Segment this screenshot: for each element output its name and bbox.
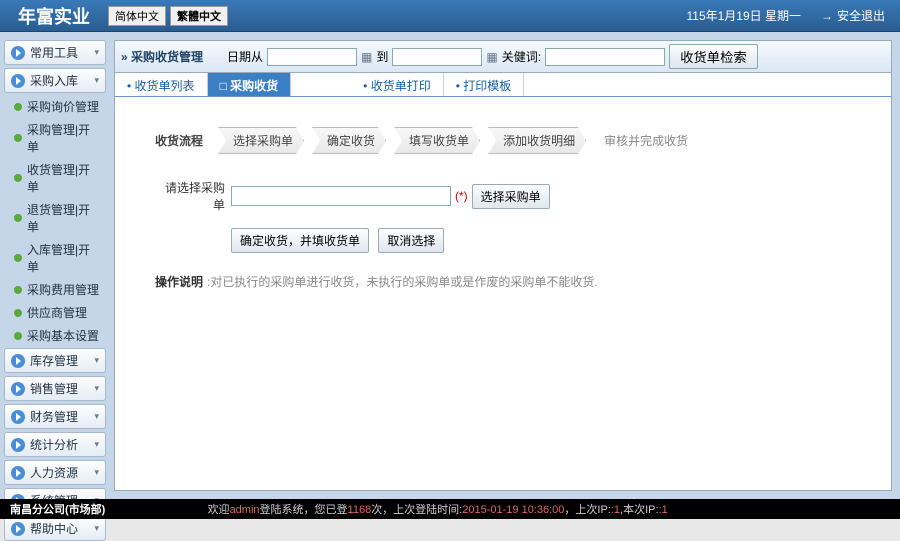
- sidebar-sub-supplier[interactable]: 供应商管理: [4, 302, 106, 323]
- sidebar-sub-return[interactable]: 退货管理|开单: [4, 199, 106, 237]
- date-to-label: 到: [376, 48, 388, 65]
- sidebar-menu-inventory[interactable]: 库存管理▾: [4, 348, 106, 373]
- bullet-icon: [14, 134, 22, 142]
- tab-list[interactable]: • 收货单列表: [115, 73, 208, 96]
- step-3: 填写收货单: [394, 127, 480, 154]
- cancel-button[interactable]: 取消选择: [378, 228, 444, 253]
- play-icon: [11, 46, 25, 60]
- calendar-icon[interactable]: ▦: [361, 50, 372, 64]
- footer-company: 南昌分公司(市场部): [10, 501, 105, 517]
- step-4: 添加收货明细: [488, 127, 586, 154]
- logout-label: 安全退出: [837, 7, 885, 24]
- select-order-button[interactable]: 选择采购单: [472, 184, 550, 209]
- steps-flow: 收货流程 选择采购单 确定收货 填写收货单 添加收货明细 审核并完成收货: [155, 127, 851, 154]
- bullet-icon: [14, 214, 22, 222]
- form-label: 请选择采购单: [155, 179, 225, 213]
- play-icon: [11, 410, 25, 424]
- sidebar-sub-purchase[interactable]: 采购管理|开单: [4, 119, 106, 157]
- page-title: » 采购收货管理: [121, 48, 203, 65]
- bullet-icon: [14, 309, 22, 317]
- footer-info: 欢迎admin登陆系统，您已登1168次，上次登陆时间:2015-01-19 1…: [208, 501, 668, 517]
- tabs: • 收货单列表 □ 采购收货 • 收货单打印 • 打印模板: [115, 73, 891, 97]
- sidebar-menu-tools[interactable]: 常用工具 ▾: [4, 40, 106, 65]
- sidebar-menu-help[interactable]: 帮助中心▾: [4, 516, 106, 541]
- sidebar-menu-purchase[interactable]: 采购入库 ▾: [4, 68, 106, 93]
- calendar-icon[interactable]: ▦: [486, 50, 497, 64]
- form-row: 请选择采购单 (*) 选择采购单: [155, 179, 851, 213]
- keyword-input[interactable]: [545, 48, 665, 66]
- bullet-icon: [14, 103, 22, 111]
- date-from-input[interactable]: [267, 48, 357, 66]
- chevron-icon: ▾: [94, 467, 99, 478]
- panel: » 采购收货管理 日期从 ▦ 到 ▦ 关健词: 收货单检索 • 收货单列表 □ …: [114, 40, 892, 491]
- play-icon: [11, 522, 25, 536]
- logo: 年富实业: [0, 3, 108, 29]
- desc-label: 操作说明: [155, 275, 203, 289]
- sidebar-menu-label: 常用工具: [30, 44, 78, 61]
- date-to-input[interactable]: [392, 48, 482, 66]
- sidebar-sub-cost[interactable]: 采购费用管理: [4, 279, 106, 300]
- arrow-right-icon: →: [821, 9, 833, 23]
- header-date: 115年1月19日 星期一: [686, 7, 821, 24]
- toolbar: » 采购收货管理 日期从 ▦ 到 ▦ 关健词: 收货单检索: [115, 41, 891, 73]
- bullet-icon: [14, 286, 22, 294]
- button-row: 确定收货，并填收货单 取消选择: [231, 228, 851, 253]
- sidebar-menu-hr[interactable]: 人力资源▾: [4, 460, 106, 485]
- sidebar-menu-sales[interactable]: 销售管理▾: [4, 376, 106, 401]
- bullet-icon: [14, 254, 22, 262]
- sidebar-menu-label: 采购入库: [30, 72, 78, 89]
- sidebar: 常用工具 ▾ 采购入库 ▾ 采购询价管理 采购管理|开单 收货管理|开单 退货管…: [0, 32, 110, 499]
- play-icon: [11, 74, 25, 88]
- chevron-icon: ▾: [94, 439, 99, 450]
- footer: 南昌分公司(市场部) 欢迎admin登陆系统，您已登1168次，上次登陆时间:2…: [0, 499, 900, 519]
- chevron-icon: ▾: [94, 411, 99, 422]
- sidebar-sub-quote[interactable]: 采购询价管理: [4, 96, 106, 117]
- bullet-icon: [14, 174, 22, 182]
- date-from-label: 日期从: [227, 48, 263, 65]
- header: 年富实业 简体中文 繁體中文 115年1月19日 星期一 → 安全退出: [0, 0, 900, 32]
- step-final: 审核并完成收货: [594, 132, 688, 149]
- required-mark: (*): [455, 189, 468, 203]
- tab-receive[interactable]: □ 采购收货: [208, 73, 292, 96]
- tab-template[interactable]: • 打印模板: [444, 73, 525, 96]
- chevron-icon: ▾: [94, 523, 99, 534]
- chevron-icon: ▾: [94, 47, 99, 58]
- chevron-icon: ▾: [94, 75, 99, 86]
- lang-traditional-button[interactable]: 繁體中文: [170, 6, 228, 26]
- sidebar-sub-stock[interactable]: 入库管理|开单: [4, 239, 106, 277]
- step-2: 确定收货: [312, 127, 386, 154]
- play-icon: [11, 466, 25, 480]
- desc-text: :对已执行的采购单进行收货，未执行的采购单或是作废的采购单不能收货.: [207, 275, 598, 289]
- logout-link[interactable]: → 安全退出: [821, 7, 900, 24]
- search-button[interactable]: 收货单检索: [669, 44, 758, 69]
- description: 操作说明 :对已执行的采购单进行收货，未执行的采购单或是作废的采购单不能收货.: [155, 273, 851, 290]
- sidebar-menu-stats[interactable]: 统计分析▾: [4, 432, 106, 457]
- confirm-button[interactable]: 确定收货，并填收货单: [231, 228, 369, 253]
- lang-simplified-button[interactable]: 简体中文: [108, 6, 166, 26]
- chevron-icon: ▾: [94, 383, 99, 394]
- play-icon: [11, 354, 25, 368]
- purchase-order-input[interactable]: [231, 186, 451, 206]
- tab-print[interactable]: • 收货单打印: [351, 73, 444, 96]
- sidebar-sub-receive[interactable]: 收货管理|开单: [4, 159, 106, 197]
- chevron-icon: ▾: [94, 355, 99, 366]
- main: » 采购收货管理 日期从 ▦ 到 ▦ 关健词: 收货单检索 • 收货单列表 □ …: [110, 32, 900, 499]
- play-icon: [11, 382, 25, 396]
- bullet-icon: [14, 332, 22, 340]
- step-1: 选择采购单: [218, 127, 304, 154]
- keyword-label: 关健词:: [502, 48, 541, 65]
- sidebar-sub-settings[interactable]: 采购基本设置: [4, 325, 106, 346]
- content: 收货流程 选择采购单 确定收货 填写收货单 添加收货明细 审核并完成收货 请选择…: [115, 97, 891, 490]
- sidebar-menu-finance[interactable]: 财务管理▾: [4, 404, 106, 429]
- steps-label: 收货流程: [155, 132, 203, 149]
- lang-bar: 简体中文 繁體中文: [108, 6, 232, 26]
- play-icon: [11, 438, 25, 452]
